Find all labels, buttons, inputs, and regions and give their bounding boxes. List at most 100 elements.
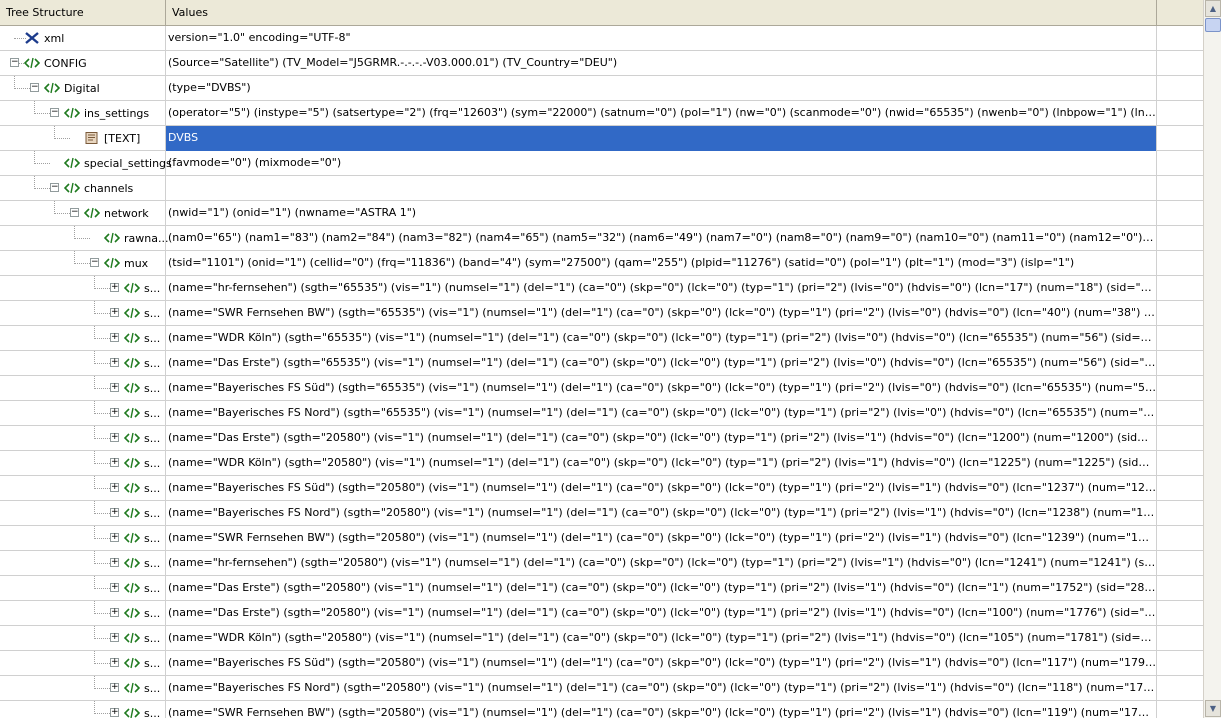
tree-node-cell[interactable]: + s...: [0, 526, 166, 551]
tree-structure-header[interactable]: Tree Structure: [0, 0, 166, 25]
scroll-up-icon[interactable]: ▲: [1205, 0, 1221, 17]
node-value[interactable]: (name="Das Erste") (sgth="65535") (vis="…: [166, 351, 1157, 376]
expand-icon[interactable]: +: [110, 483, 119, 492]
collapse-icon[interactable]: −: [10, 58, 19, 67]
expand-icon[interactable]: +: [110, 508, 119, 517]
node-value[interactable]: (name="SWR Fernsehen BW") (sgth="20580")…: [166, 701, 1157, 718]
node-value[interactable]: (name="Bayerisches FS Süd") (sgth="65535…: [166, 376, 1157, 401]
tree-row[interactable]: + s... (name="Das Erste") (sgth="20580") (…: [0, 601, 1203, 626]
tree-node-cell[interactable]: + s...: [0, 326, 166, 351]
expand-icon[interactable]: +: [110, 283, 119, 292]
tree-node-cell[interactable]: + s...: [0, 626, 166, 651]
node-value[interactable]: (name="Bayerisches FS Nord") (sgth="2058…: [166, 501, 1157, 526]
node-value[interactable]: (name="Bayerisches FS Nord") (sgth="2058…: [166, 676, 1157, 701]
tree-row[interactable]: [TEXT] DVBS: [0, 126, 1203, 151]
expand-icon[interactable]: +: [110, 408, 119, 417]
tree-row[interactable]: + s... (name="Bayerisches FS Süd") (sgth="…: [0, 651, 1203, 676]
node-value[interactable]: (name="Das Erste") (sgth="20580") (vis="…: [166, 576, 1157, 601]
expand-icon[interactable]: +: [110, 383, 119, 392]
tree-node-cell[interactable]: + s...: [0, 601, 166, 626]
tree-row[interactable]: rawna... (nam0="65") (nam1="83") (nam2="8…: [0, 226, 1203, 251]
collapse-icon[interactable]: −: [50, 183, 59, 192]
expand-icon[interactable]: +: [110, 608, 119, 617]
vertical-scrollbar[interactable]: ▲ ▼: [1203, 0, 1221, 718]
tree-row[interactable]: + s... (name="hr-fernsehen") (sgth="20580"…: [0, 551, 1203, 576]
node-value[interactable]: (name="Bayerisches FS Nord") (sgth="6553…: [166, 401, 1157, 426]
tree-row[interactable]: + s... (name="Bayerisches FS Süd") (sgth="…: [0, 376, 1203, 401]
node-value[interactable]: (name="SWR Fernsehen BW") (sgth="65535")…: [166, 301, 1157, 326]
tree-row[interactable]: − ins_settings (operator="5") (instype="5"…: [0, 101, 1203, 126]
tree-row[interactable]: + s... (name="WDR Köln") (sgth="65535") (v…: [0, 326, 1203, 351]
scroll-down-icon[interactable]: ▼: [1205, 700, 1221, 717]
tree-row[interactable]: + s... (name="Das Erste") (sgth="65535") (…: [0, 351, 1203, 376]
node-value[interactable]: (name="SWR Fernsehen BW") (sgth="20580")…: [166, 526, 1157, 551]
tree-node-cell[interactable]: rawna...: [0, 226, 168, 251]
expand-icon[interactable]: +: [110, 308, 119, 317]
node-value[interactable]: version="1.0" encoding="UTF-8": [166, 26, 1157, 51]
tree-node-cell[interactable]: [TEXT]: [0, 126, 166, 151]
node-value[interactable]: (tsid="1101") (onid="1") (cellid="0") (f…: [166, 251, 1157, 276]
node-value[interactable]: (name="WDR Köln") (sgth="20580") (vis="1…: [166, 451, 1157, 476]
tree-row[interactable]: xml version="1.0" encoding="UTF-8": [0, 26, 1203, 51]
tree-node-cell[interactable]: + s...: [0, 676, 166, 701]
tree-row[interactable]: + s... (name="SWR Fernsehen BW") (sgth="20…: [0, 701, 1203, 718]
tree-node-cell[interactable]: + s...: [0, 501, 166, 526]
tree-row[interactable]: + s... (name="Bayerisches FS Nord") (sgth=…: [0, 676, 1203, 701]
tree-node-cell[interactable]: − mux: [0, 251, 166, 276]
expand-icon[interactable]: +: [110, 583, 119, 592]
tree-row[interactable]: + s... (name="Bayerisches FS Nord") (sgth=…: [0, 401, 1203, 426]
tree-node-cell[interactable]: + s...: [0, 476, 166, 501]
tree-node-cell[interactable]: + s...: [0, 401, 166, 426]
node-value[interactable]: (name="Bayerisches FS Süd") (sgth="20580…: [166, 651, 1157, 676]
tree-row[interactable]: + s... (name="Das Erste") (sgth="20580") (…: [0, 576, 1203, 601]
collapse-icon[interactable]: −: [70, 208, 79, 217]
tree-row[interactable]: − CONFIG (Source="Satellite") (TV_Model="J…: [0, 51, 1203, 76]
tree-row[interactable]: + s... (name="hr-fernsehen") (sgth="65535"…: [0, 276, 1203, 301]
tree-row[interactable]: − network (nwid="1") (onid="1") (nwname="A…: [0, 201, 1203, 226]
values-header[interactable]: Values: [166, 0, 1157, 25]
node-value[interactable]: (nwid="1") (onid="1") (nwname="ASTRA 1"): [166, 201, 1157, 226]
expand-icon[interactable]: +: [110, 458, 119, 467]
node-value[interactable]: (name="Das Erste") (sgth="20580") (vis="…: [166, 601, 1157, 626]
collapse-icon[interactable]: −: [30, 83, 39, 92]
tree-node-cell[interactable]: special_settings: [0, 151, 172, 176]
collapse-icon[interactable]: −: [50, 108, 59, 117]
tree-row[interactable]: special_settings (favmode="0") (mixmode="…: [0, 151, 1203, 176]
node-value[interactable]: (name="Bayerisches FS Süd") (sgth="20580…: [166, 476, 1157, 501]
tree-row[interactable]: + s... (name="Bayerisches FS Nord") (sgth=…: [0, 501, 1203, 526]
expand-icon[interactable]: +: [110, 633, 119, 642]
node-value[interactable]: (operator="5") (instype="5") (satsertype…: [166, 101, 1157, 126]
node-value[interactable]: (nam0="65") (nam1="83") (nam2="84") (nam…: [166, 226, 1157, 251]
node-value[interactable]: DVBS: [166, 126, 1157, 151]
tree-node-cell[interactable]: + s...: [0, 351, 166, 376]
tree-node-cell[interactable]: + s...: [0, 426, 166, 451]
tree-node-cell[interactable]: xml: [0, 26, 166, 51]
node-value[interactable]: (name="hr-fernsehen") (sgth="65535") (vi…: [166, 276, 1157, 301]
node-value[interactable]: (Source="Satellite") (TV_Model="J5GRMR.-…: [166, 51, 1157, 76]
tree-node-cell[interactable]: + s...: [0, 651, 166, 676]
tree-node-cell[interactable]: + s...: [0, 376, 166, 401]
expand-icon[interactable]: +: [110, 333, 119, 342]
tree-node-cell[interactable]: + s...: [0, 276, 166, 301]
expand-icon[interactable]: +: [110, 658, 119, 667]
node-value[interactable]: (favmode="0") (mixmode="0"): [166, 151, 1157, 176]
expand-icon[interactable]: +: [110, 433, 119, 442]
node-value[interactable]: [166, 176, 1157, 201]
tree-row[interactable]: − channels: [0, 176, 1203, 201]
tree-node-cell[interactable]: + s...: [0, 701, 166, 718]
node-value[interactable]: (name="WDR Köln") (sgth="65535") (vis="1…: [166, 326, 1157, 351]
tree-node-cell[interactable]: + s...: [0, 451, 166, 476]
tree-node-cell[interactable]: + s...: [0, 301, 166, 326]
expand-icon[interactable]: +: [110, 683, 119, 692]
expand-icon[interactable]: +: [110, 708, 119, 717]
node-value[interactable]: (type="DVBS"): [166, 76, 1157, 101]
tree-row[interactable]: + s... (name="SWR Fernsehen BW") (sgth="65…: [0, 301, 1203, 326]
expand-icon[interactable]: +: [110, 558, 119, 567]
tree-node-cell[interactable]: − ins_settings: [0, 101, 166, 126]
tree-row[interactable]: + s... (name="Bayerisches FS Süd") (sgth="…: [0, 476, 1203, 501]
tree-row[interactable]: + s... (name="WDR Köln") (sgth="20580") (v…: [0, 451, 1203, 476]
tree-row[interactable]: − Digital (type="DVBS"): [0, 76, 1203, 101]
tree-node-cell[interactable]: − Digital: [0, 76, 166, 101]
tree-node-cell[interactable]: + s...: [0, 551, 166, 576]
expand-icon[interactable]: +: [110, 358, 119, 367]
